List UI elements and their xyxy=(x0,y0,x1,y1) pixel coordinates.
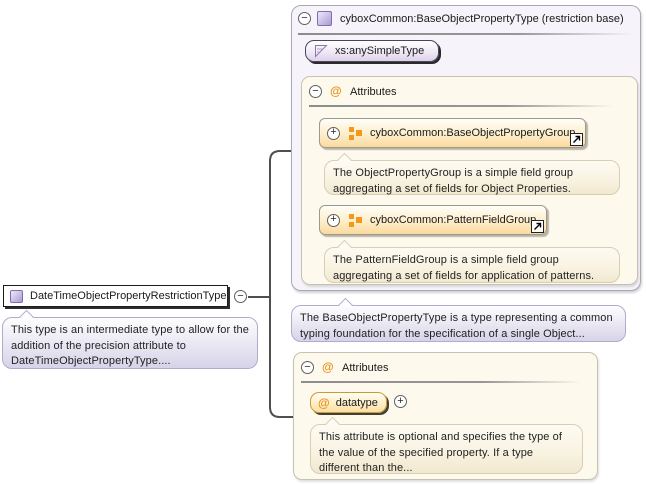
separator xyxy=(301,381,581,383)
complex-type-icon xyxy=(10,289,23,303)
attribute-annotation-text: This attribute is optional and specifies… xyxy=(319,431,563,475)
collapse-attributes-toggle[interactable]: − xyxy=(301,361,314,374)
type-label: DateTimeObjectPropertyRestrictionType xyxy=(30,290,227,302)
separator xyxy=(298,33,634,35)
group-annotation-text: The PatternFieldGroup is a simple field … xyxy=(333,254,595,282)
simple-type-label: xs:anySimpleType xyxy=(335,45,425,57)
base-type-annotation-text: The BaseObjectPropertyType is a type rep… xyxy=(300,312,613,340)
attributes-section-title: Attributes xyxy=(342,362,389,374)
attribute-group-baseobjectpropertygroup[interactable]: + cyboxCommon:BaseObjectPropertyGroup xyxy=(319,118,586,148)
bubble-pointer xyxy=(19,309,35,318)
attribute-group-icon xyxy=(349,214,362,227)
collapse-base-panel-toggle[interactable]: − xyxy=(298,12,311,25)
bubble-pointer xyxy=(337,152,353,161)
type-annotation-bubble: This type is an intermediate type to all… xyxy=(2,317,258,369)
attribute-group-label: cyboxCommon:BaseObjectPropertyGroup xyxy=(370,127,576,139)
group-annotation-bubble: The PatternFieldGroup is a simple field … xyxy=(324,247,620,283)
inherited-attributes-section: − @ Attributes + cyboxCommon:BaseObjectP… xyxy=(301,76,638,285)
attribute-annotation-bubble: This attribute is optional and specifies… xyxy=(310,424,583,474)
attribute-at-icon: @ xyxy=(318,395,330,410)
collapse-type-toggle[interactable]: − xyxy=(234,290,247,303)
goto-definition-icon[interactable] xyxy=(531,220,544,233)
attribute-group-patternfieldgroup[interactable]: + cyboxCommon:PatternFieldGroup xyxy=(319,205,547,235)
base-type-panel: − cyboxCommon:BaseObjectPropertyType (re… xyxy=(291,5,641,291)
bubble-pointer xyxy=(325,416,341,425)
collapse-attributes-toggle[interactable]: − xyxy=(309,85,322,98)
complex-type-icon xyxy=(317,11,332,26)
attribute-at-icon: @ xyxy=(330,84,342,98)
own-attributes-panel: − @ Attributes @ datatype + This attribu… xyxy=(293,352,598,480)
bubble-pointer xyxy=(337,239,353,248)
base-panel-title: cyboxCommon:BaseObjectPropertyType (rest… xyxy=(340,13,624,25)
group-annotation-bubble: The ObjectPropertyGroup is a simple fiel… xyxy=(324,160,620,195)
attribute-at-icon: @ xyxy=(322,360,334,374)
attributes-section-title: Attributes xyxy=(350,86,397,98)
expand-group-toggle[interactable]: + xyxy=(327,213,340,227)
simple-type-icon xyxy=(315,45,328,58)
type-annotation-text: This type is an intermediate type to all… xyxy=(11,324,249,368)
expand-attribute-toggle[interactable]: + xyxy=(394,395,407,408)
expand-group-toggle[interactable]: + xyxy=(327,126,340,140)
attribute-pill-datatype[interactable]: @ datatype xyxy=(310,392,387,413)
simple-type-pill-anysimpletype[interactable]: xs:anySimpleType xyxy=(305,40,439,62)
group-annotation-text: The ObjectPropertyGroup is a simple fiel… xyxy=(333,167,574,195)
bubble-pointer xyxy=(338,297,354,306)
attribute-group-icon xyxy=(349,127,362,140)
schema-diagram: DateTimeObjectPropertyRestrictionType − … xyxy=(0,0,646,484)
goto-definition-icon[interactable] xyxy=(570,133,583,146)
base-type-annotation-bubble: The BaseObjectPropertyType is a type rep… xyxy=(291,305,626,342)
attribute-group-label: cyboxCommon:PatternFieldGroup xyxy=(370,214,537,226)
separator xyxy=(309,105,614,107)
attribute-name: datatype xyxy=(335,396,378,409)
type-box-datetimeobjectpropertyrestrictiontype[interactable]: DateTimeObjectPropertyRestrictionType xyxy=(3,285,228,307)
